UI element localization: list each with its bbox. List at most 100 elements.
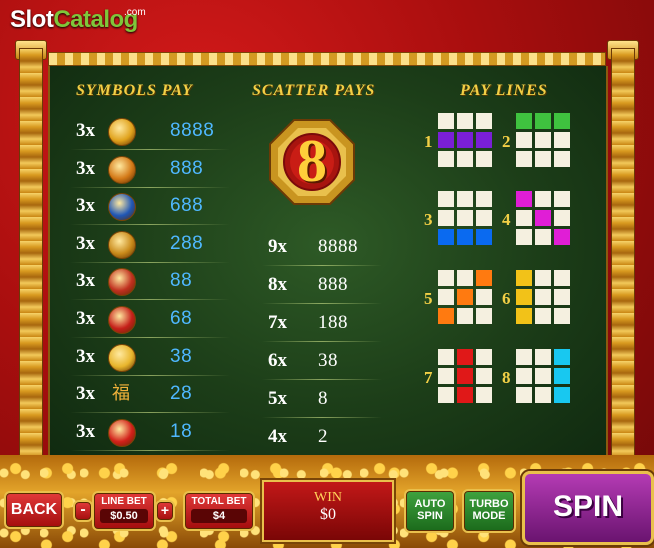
win-display: WIN $0 (262, 480, 394, 542)
payline-cell-active (457, 132, 473, 148)
payline-cell (457, 210, 473, 226)
gold-ingot-icon (108, 343, 136, 372)
payline-8: 8 (502, 349, 582, 409)
payline-cell (516, 132, 532, 148)
scatter-payout: 38 (318, 350, 338, 371)
auto-spin-button[interactable]: AUTO SPIN (404, 489, 456, 533)
line-bet-plus-button[interactable]: + (155, 500, 175, 522)
gold-coin-dragon-icon (108, 230, 136, 259)
payline-number: 1 (424, 132, 433, 151)
row-divider (70, 186, 230, 188)
auto-spin-label-2: SPIN (417, 510, 443, 522)
payline-cell (476, 308, 492, 324)
payline-cell (554, 289, 570, 305)
scatter-multiplier: 5x (268, 388, 287, 409)
scatter-pay-row: 5x 8 (262, 385, 382, 418)
symbol-payout: 68 (170, 308, 193, 329)
pillar-right (611, 48, 635, 462)
payline-number: 7 (424, 368, 433, 387)
pay-lines-header: PAY LINES (460, 82, 548, 99)
payline-cell-active (554, 113, 570, 129)
win-value: $0 (320, 506, 336, 523)
payline-cell (535, 229, 551, 245)
symbol-pay-row: 3x 福 28 (70, 380, 230, 414)
payline-cell-active (516, 113, 532, 129)
row-divider (70, 374, 230, 376)
blue-koi-icon (108, 193, 136, 222)
payline-cell-active (457, 349, 473, 365)
payline-cell (535, 289, 551, 305)
payline-pattern (438, 270, 492, 324)
pillar-left (19, 48, 43, 462)
payline-cell (554, 270, 570, 286)
symbol-payout: 28 (170, 383, 193, 405)
payline-cell-active (457, 368, 473, 384)
scatter-pays-header: SCATTER PAYS (252, 82, 376, 99)
golden-lion-icon (108, 155, 136, 184)
auto-spin-label-1: AUTO (414, 498, 446, 510)
back-button[interactable]: BACK (4, 491, 64, 529)
payline-cell-active (554, 387, 570, 403)
row-divider (70, 412, 230, 414)
gold-dragon-icon (108, 118, 136, 146)
spin-button[interactable]: SPIN (522, 471, 654, 545)
symbol-pay-row: 3x 8888 (70, 117, 230, 150)
payline-cell (535, 270, 551, 286)
payline-cell-active (457, 229, 473, 245)
scatter-payout: 188 (318, 312, 348, 333)
payline-cell (535, 349, 551, 365)
payline-cell (535, 308, 551, 324)
row-divider (70, 449, 230, 451)
payline-cell (535, 132, 551, 148)
scatter-payout: 2 (318, 426, 328, 447)
symbol-payout: 288 (170, 232, 204, 254)
payline-pattern (438, 349, 492, 403)
symbols-pay-header: SYMBOLS PAY (76, 82, 193, 99)
line-bet-minus-button[interactable]: - (73, 500, 93, 522)
symbol-multiplier: 3x (76, 157, 95, 179)
payline-pattern (438, 191, 492, 245)
row-divider (70, 337, 230, 338)
turbo-mode-button[interactable]: TURBO MODE (462, 489, 516, 533)
payline-cell-active (438, 308, 454, 324)
turbo-mode-label-2: MODE (472, 510, 506, 522)
payline-cell-active (516, 191, 532, 207)
payline-number: 3 (424, 210, 433, 229)
payline-cell (438, 289, 454, 305)
payline-cell (476, 210, 492, 226)
symbol-multiplier: 3x (76, 270, 95, 292)
payline-1: 1 (424, 113, 504, 173)
payline-cell-active (438, 229, 454, 245)
payline-cell (535, 368, 551, 384)
payline-number: 5 (424, 289, 433, 308)
payline-pattern (516, 191, 570, 245)
payline-cell (438, 270, 454, 286)
total-bet-label: TOTAL BET (191, 496, 247, 507)
scatter-payout: 8 (318, 388, 328, 409)
payline-cell (476, 191, 492, 207)
payline-cell (457, 151, 473, 167)
payline-cell (438, 349, 454, 365)
total-bet-value: $4 (191, 509, 247, 523)
scatter-symbol: 8 (268, 118, 356, 206)
payline-cell (554, 308, 570, 324)
payline-cell (457, 270, 473, 286)
scatter-pay-row: 7x 188 (262, 309, 382, 342)
payline-number: 6 (502, 289, 511, 308)
symbol-pay-row: 3x 18 (70, 418, 230, 451)
logo-slot-text: Slot (10, 6, 54, 33)
payline-cell-active (535, 113, 551, 129)
symbol-pay-row: 3x 68 (70, 305, 230, 338)
logo-com-text: .com (124, 7, 146, 18)
row-divider (70, 149, 230, 150)
payline-cell-active (554, 368, 570, 384)
payline-cell (516, 151, 532, 167)
symbol-payout: 38 (170, 345, 193, 367)
scatter-payout: 888 (318, 274, 348, 295)
symbol-multiplier: 3x (76, 420, 95, 442)
payline-cell-active (535, 210, 551, 226)
payline-cell (476, 368, 492, 384)
symbol-pay-row: 3x 38 (70, 343, 230, 376)
payline-pattern (516, 270, 570, 324)
row-divider (262, 417, 382, 418)
